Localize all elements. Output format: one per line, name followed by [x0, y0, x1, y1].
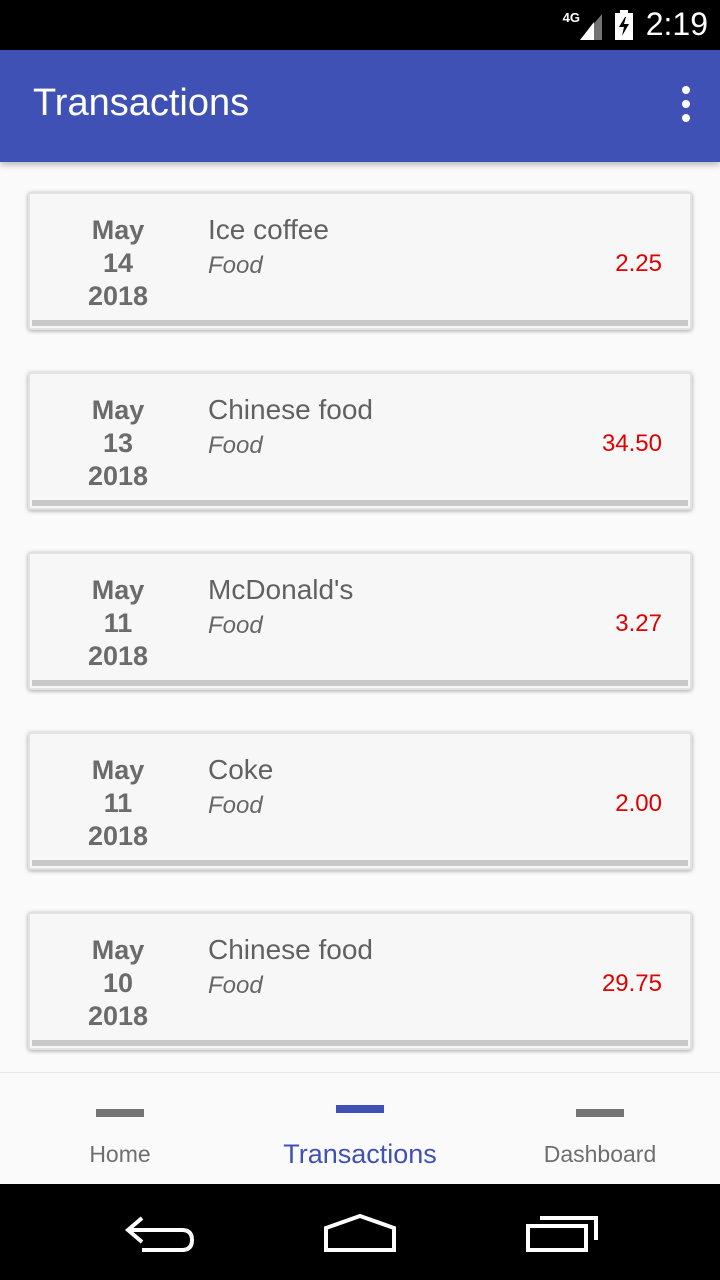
transaction-amount: 2.25 [615, 250, 662, 277]
nav-label-dashboard: Dashboard [543, 1141, 657, 1167]
transaction-category: Food [208, 792, 263, 819]
date-day: 13 [102, 428, 134, 458]
transaction-amount: 2.00 [615, 790, 662, 817]
date-day: 14 [102, 248, 134, 278]
transaction-name: Ice coffee [208, 214, 329, 245]
transaction-category: Food [208, 612, 263, 639]
transaction-date: May 14 2018 [70, 214, 166, 313]
transaction-category: Food [208, 252, 263, 279]
date-month: May [91, 755, 145, 785]
app-bar: Transactions [0, 50, 720, 162]
home-tab-icon [96, 1109, 144, 1117]
date-day: 10 [102, 968, 134, 998]
battery-charging-icon [615, 10, 633, 40]
transaction-list[interactable]: May 14 2018 Ice coffee Food 2.25 May 13 … [0, 162, 720, 1072]
date-year: 2018 [87, 281, 149, 311]
transaction-amount: 29.75 [601, 970, 662, 997]
transaction-name: Coke [208, 754, 274, 785]
date-month: May [91, 395, 145, 425]
date-month: May [91, 215, 145, 245]
recents-icon[interactable] [522, 1210, 602, 1254]
transaction-date: May 10 2018 [70, 934, 166, 1033]
signal-icon [580, 14, 602, 40]
transactions-tab-icon [336, 1105, 384, 1113]
date-day: 11 [103, 608, 133, 638]
date-year: 2018 [87, 1001, 149, 1031]
transaction-card[interactable]: May 11 2018 McDonald's Food 3.27 [28, 552, 692, 690]
nav-item-transactions[interactable]: Transactions [240, 1073, 480, 1185]
home-icon[interactable] [320, 1210, 400, 1254]
transaction-card[interactable]: May 11 2018 Coke Food 2.00 [28, 732, 692, 870]
transaction-category: Food [208, 972, 263, 999]
transaction-card[interactable]: May 10 2018 Chinese food Food 29.75 [28, 912, 692, 1050]
transaction-name: McDonald's [208, 574, 354, 605]
bottom-navigation: Home Transactions Dashboard [0, 1072, 720, 1185]
back-icon[interactable] [120, 1210, 200, 1254]
status-bar: 4G 2:19 [0, 0, 720, 50]
transaction-amount: 3.27 [615, 610, 662, 637]
nav-item-dashboard[interactable]: Dashboard [480, 1073, 720, 1185]
date-year: 2018 [87, 821, 149, 851]
transaction-card[interactable]: May 13 2018 Chinese food Food 34.50 [28, 372, 692, 510]
date-month: May [91, 575, 145, 605]
dashboard-tab-icon [576, 1109, 624, 1117]
transaction-card[interactable]: May 14 2018 Ice coffee Food 2.25 [28, 192, 692, 330]
date-year: 2018 [87, 641, 149, 671]
transaction-category: Food [208, 432, 263, 459]
transaction-name: Chinese food [208, 394, 374, 425]
transaction-date: May 13 2018 [70, 394, 166, 493]
clock: 2:19 [645, 6, 708, 42]
date-year: 2018 [87, 461, 149, 491]
date-day: 11 [103, 788, 133, 818]
page-title: Transactions [33, 82, 250, 124]
transaction-name: Chinese food [208, 934, 374, 965]
nav-label-transactions: Transactions [283, 1139, 437, 1169]
transaction-date: May 11 2018 [70, 574, 166, 673]
transaction-amount: 34.50 [601, 430, 662, 457]
transaction-date: May 11 2018 [70, 754, 166, 853]
date-month: May [91, 935, 145, 965]
nav-item-home[interactable]: Home [0, 1073, 240, 1185]
more-vert-icon[interactable] [674, 86, 698, 126]
nav-label-home: Home [89, 1141, 151, 1167]
system-navigation-bar [0, 1184, 720, 1280]
